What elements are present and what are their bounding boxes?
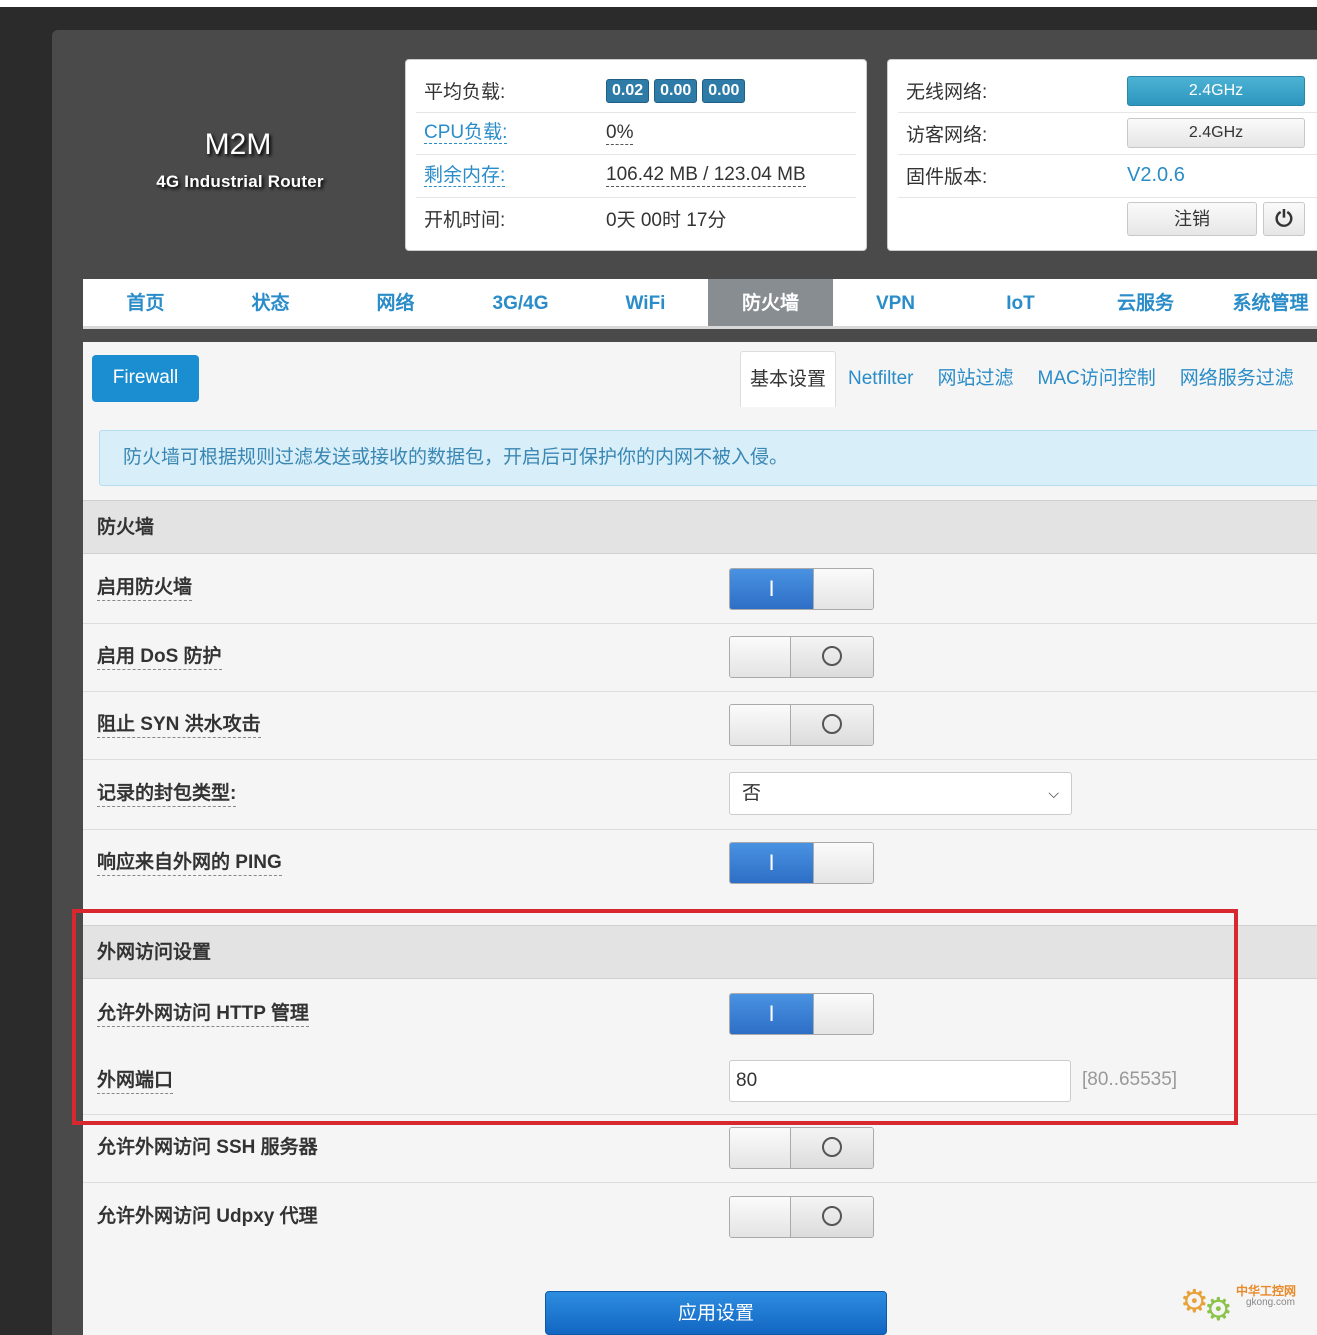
nav-cellular[interactable]: 3G/4G xyxy=(458,279,583,326)
udpxy-wan-label: 允许外网访问 Udpxy 代理 xyxy=(97,1206,318,1227)
ping-wan-toggle[interactable]: I xyxy=(729,842,874,884)
guest-band-button[interactable]: 2.4GHz xyxy=(1127,118,1305,149)
watermark-logo: ⚙ ⚙ 中华工控网 gkong.com xyxy=(1180,1280,1310,1327)
nav-firewall[interactable]: 防火墙 xyxy=(708,279,833,326)
enable-firewall-toggle[interactable]: I xyxy=(729,568,874,610)
nav-status[interactable]: 状态 xyxy=(208,279,333,326)
toggle-off-circle-icon xyxy=(822,1136,842,1157)
firmware-label: 固件版本: xyxy=(906,167,988,189)
log-type-label: 记录的封包类型: xyxy=(97,782,237,807)
firewall-tabs: 基本设置 Netfilter 网站过滤 MAC访问控制 网络服务过滤 xyxy=(740,351,1306,407)
toggle-off-circle-icon xyxy=(822,1205,842,1226)
brand-logo: M2M 4G Industrial Router xyxy=(140,128,340,192)
brand-name: M2M xyxy=(204,128,272,161)
chevron-down-icon: ⌵ xyxy=(1048,785,1059,801)
memory-row: 剩余内存: 106.42 MB / 123.04 MB xyxy=(416,155,856,198)
syn-flood-label: 阻止 SYN 洪水攻击 xyxy=(97,713,261,738)
load-badge-1: 0.02 xyxy=(606,78,650,103)
row-log-type: 记录的封包类型: 否 ⌵ xyxy=(83,760,1317,830)
row-syn-flood: 阻止 SYN 洪水攻击 xyxy=(83,692,1317,760)
cpu-link[interactable]: CPU负载: xyxy=(424,122,508,145)
guest-row: 访客网络: 2.4GHz xyxy=(898,113,1317,155)
log-type-value: 否 xyxy=(742,783,762,804)
gear-icon: ⚙ xyxy=(1204,1291,1233,1327)
row-ping-wan: 响应来自外网的 PING I xyxy=(83,830,1317,900)
uptime-label: 开机时间: xyxy=(424,210,506,232)
wireless-panel: 无线网络: 2.4GHz 访客网络: 2.4GHz 固件版本: V2.0.6 注… xyxy=(887,59,1317,251)
logout-button[interactable]: 注销 xyxy=(1127,201,1257,236)
tab-service-filter[interactable]: 网络服务过滤 xyxy=(1168,351,1306,407)
brand-subtitle: 4G Industrial Router xyxy=(156,172,324,191)
nav-vpn[interactable]: VPN xyxy=(833,279,958,326)
session-row: 注销 ⏻ xyxy=(898,198,1317,241)
main-nav: 首页 状态 网络 3G/4G WiFi 防火墙 VPN IoT 云服务 系统管理 xyxy=(83,279,1317,329)
toggle-on-indicator: I xyxy=(730,843,813,883)
guest-label: 访客网络: xyxy=(906,124,988,146)
nav-iot[interactable]: IoT xyxy=(958,279,1083,326)
apply-settings-button[interactable]: 应用设置 xyxy=(545,1291,887,1335)
annotation-highlight-box xyxy=(72,909,1238,1125)
content-panel: Firewall 基本设置 Netfilter 网站过滤 MAC访问控制 网络服… xyxy=(83,342,1317,1335)
uptime-value: 0天 00时 17分 xyxy=(606,210,727,232)
top-strip xyxy=(0,0,1317,7)
load-values: 0.02 0.00 0.00 xyxy=(606,78,750,103)
toggle-on-indicator: I xyxy=(730,569,813,609)
ping-wan-label: 响应来自外网的 PING xyxy=(97,851,282,876)
watermark-text-domain: gkong.com xyxy=(1246,1297,1295,1308)
uptime-row: 开机时间: 0天 00时 17分 xyxy=(416,198,856,241)
wifi-band-button[interactable]: 2.4GHz xyxy=(1127,75,1305,106)
load-label: 平均负载: xyxy=(424,82,506,104)
wifi-row: 无线网络: 2.4GHz xyxy=(898,70,1317,113)
firmware-row: 固件版本: V2.0.6 xyxy=(898,155,1317,198)
memory-value: 106.42 MB / 123.04 MB xyxy=(606,164,806,188)
firewall-section-button[interactable]: Firewall xyxy=(92,355,199,402)
row-ssh-wan: 允许外网访问 SSH 服务器 xyxy=(83,1115,1317,1183)
dos-protection-label: 启用 DoS 防护 xyxy=(97,645,222,670)
cpu-value: 0% xyxy=(606,121,634,145)
nav-home[interactable]: 首页 xyxy=(83,279,208,326)
tab-mac-access-control[interactable]: MAC访问控制 xyxy=(1026,351,1168,407)
tab-netfilter[interactable]: Netfilter xyxy=(836,351,925,407)
memory-link[interactable]: 剩余内存: xyxy=(424,164,506,187)
cpu-row: CPU负载: 0% xyxy=(416,113,856,155)
load-badge-15: 0.00 xyxy=(702,78,746,103)
system-status-panel: 平均负载: 0.02 0.00 0.00 CPU负载: 0% 剩余内存: 106.4… xyxy=(405,59,867,251)
nav-wifi[interactable]: WiFi xyxy=(583,279,708,326)
row-dos-protection: 启用 DoS 防护 xyxy=(83,624,1317,692)
syn-flood-toggle[interactable] xyxy=(729,704,874,746)
log-type-select[interactable]: 否 ⌵ xyxy=(729,772,1072,815)
nav-cloud[interactable]: 云服务 xyxy=(1083,279,1208,326)
enable-firewall-label: 启用防火墙 xyxy=(97,576,193,601)
udpxy-wan-toggle[interactable] xyxy=(729,1196,874,1238)
tab-website-filter[interactable]: 网站过滤 xyxy=(925,351,1025,407)
ssh-wan-label: 允许外网访问 SSH 服务器 xyxy=(97,1137,318,1158)
toggle-off-circle-icon xyxy=(822,645,842,666)
power-icon[interactable]: ⏻ xyxy=(1263,201,1305,236)
section-header-firewall: 防火墙 xyxy=(83,500,1317,554)
row-udpxy-wan: 允许外网访问 Udpxy 代理 xyxy=(83,1183,1317,1253)
nav-network[interactable]: 网络 xyxy=(333,279,458,326)
load-badge-5: 0.00 xyxy=(654,78,698,103)
toggle-off-circle-icon xyxy=(822,713,842,734)
firmware-version[interactable]: V2.0.6 xyxy=(1127,164,1185,187)
row-enable-firewall: 启用防火墙 I xyxy=(83,555,1317,624)
info-alert: 防火墙可根据规则过滤发送或接收的数据包，开启后可保护你的内网不被入侵。 xyxy=(99,430,1317,486)
ssh-wan-toggle[interactable] xyxy=(729,1127,874,1169)
tab-basic-settings[interactable]: 基本设置 xyxy=(740,351,837,407)
nav-system[interactable]: 系统管理 xyxy=(1208,279,1317,326)
dos-protection-toggle[interactable] xyxy=(729,636,874,678)
load-row: 平均负载: 0.02 0.00 0.00 xyxy=(416,70,856,113)
wifi-label: 无线网络: xyxy=(906,82,988,104)
